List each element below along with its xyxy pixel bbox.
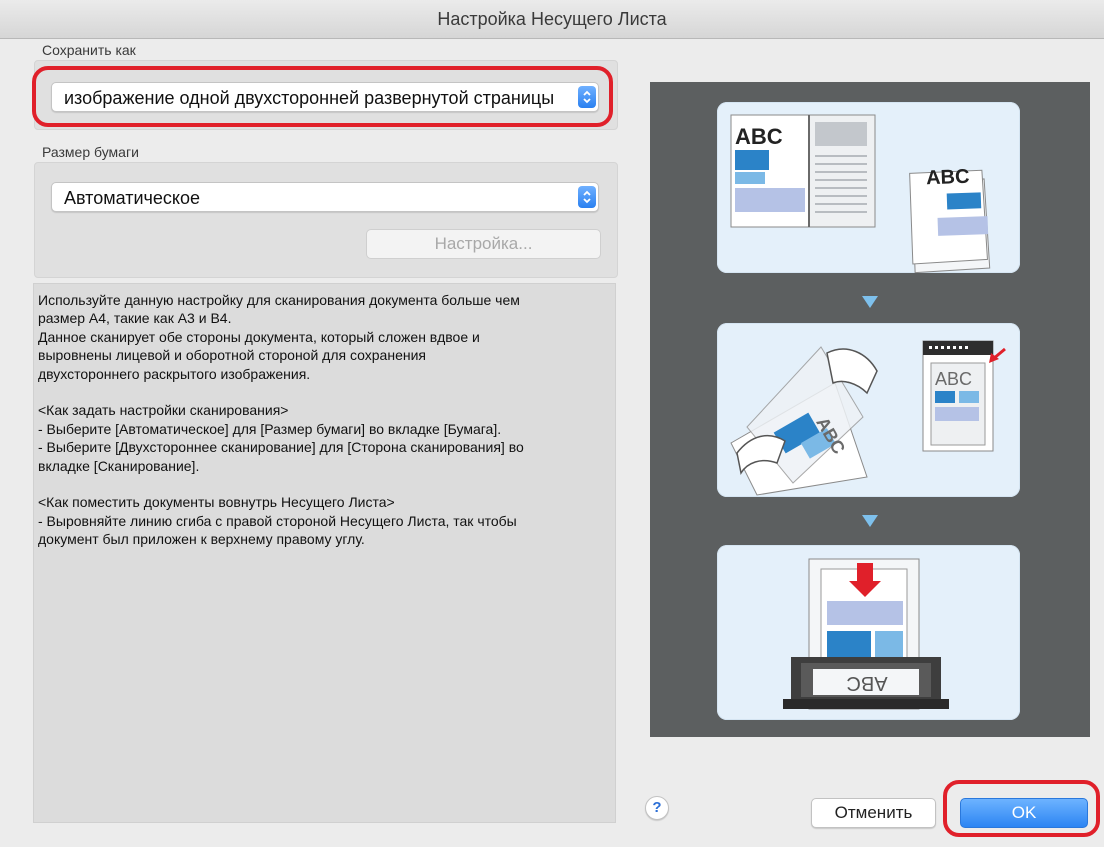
illustration-step-3: ABC xyxy=(717,545,1020,720)
chevron-updown-icon xyxy=(578,186,596,208)
save-as-label: Сохранить как xyxy=(42,42,136,58)
cancel-button[interactable]: Отменить xyxy=(811,798,936,828)
description-line: - Выберите [Двухстороннее сканирование] … xyxy=(38,439,524,456)
paper-size-select[interactable]: Автоматическое xyxy=(51,182,599,212)
paper-size-settings-button[interactable]: Настройка... xyxy=(366,229,601,259)
load-scanner-image: ABC xyxy=(783,558,949,710)
description-line: - Выберите [Автоматическое] для [Размер … xyxy=(38,420,502,437)
abc-text: ABC xyxy=(926,166,970,189)
abc-text: ABC xyxy=(735,124,783,149)
step-arrow-icon xyxy=(862,296,878,308)
ok-highlight xyxy=(943,780,1100,837)
description-line: документ был приложен к верхнему правому… xyxy=(38,531,365,548)
description-line: размер A4, такие как A3 и B4. xyxy=(38,310,232,327)
description-line: Данное сканирует обе стороны документа, … xyxy=(38,328,480,345)
carrier-sheet-illustration: ABC ABC ABC ABC ABC xyxy=(650,82,1090,737)
folded-document-image: ABC ABC xyxy=(730,114,991,274)
step-arrow-icon xyxy=(862,515,878,527)
description-line: двухстороннего раскрытого изображения. xyxy=(38,365,311,382)
insert-document-image: ABC ABC xyxy=(730,340,1006,496)
abc-text: ABC xyxy=(935,369,972,389)
paper-size-group xyxy=(34,162,618,278)
illustration-step-2: ABC ABC xyxy=(717,323,1020,497)
paper-size-label: Размер бумаги xyxy=(42,144,139,160)
description-line: - Выровняйте линию сгиба с правой сторон… xyxy=(38,512,517,529)
window-title: Настройка Несущего Листа xyxy=(0,0,1104,39)
description-line: Используйте данную настройку для сканиро… xyxy=(38,292,520,308)
description-line: <Как поместить документы вовнутрь Несуще… xyxy=(38,494,395,511)
paper-size-value: Автоматическое xyxy=(64,188,201,208)
description-line: вкладке [Сканирование]. xyxy=(38,457,200,474)
help-button[interactable]: ? xyxy=(645,796,669,820)
abc-text: ABC xyxy=(846,672,887,694)
description-line: выровнены лицевой и оборотной стороной д… xyxy=(38,347,426,364)
description-panel: Используйте данную настройку для сканиро… xyxy=(33,283,616,823)
illustration-step-1: ABC ABC xyxy=(717,102,1020,274)
description-line xyxy=(38,475,611,493)
save-as-highlight xyxy=(32,66,613,127)
description-line xyxy=(38,383,611,401)
description-line: <Как задать настройки сканирования> xyxy=(38,402,289,419)
